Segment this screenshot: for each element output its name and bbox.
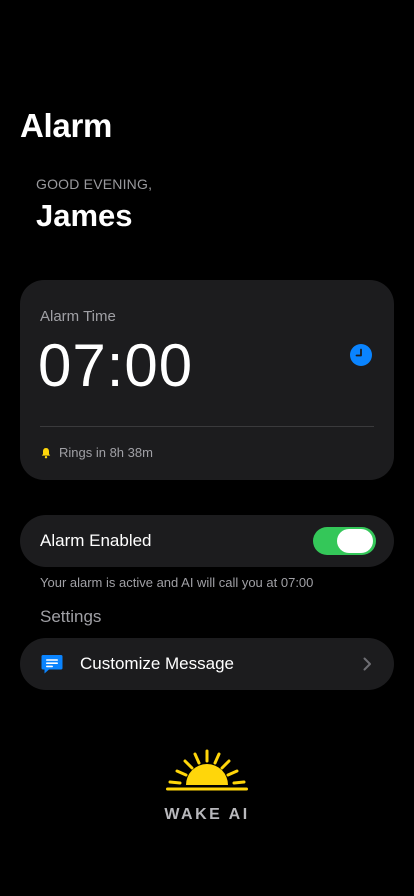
alarm-time-value[interactable]: 07:00 [38, 330, 193, 402]
clock-icon[interactable] [349, 343, 373, 367]
card-divider [40, 426, 374, 427]
page-title: Alarm [20, 107, 113, 144]
alarm-enabled-label: Alarm Enabled [40, 531, 152, 550]
rings-in-text: Rings in 8h 38m [59, 445, 153, 460]
customize-message-label: Customize Message [80, 654, 235, 673]
sun-icon [166, 749, 248, 791]
brand-name: WAKE AI [164, 806, 250, 823]
alarm-time-label: Alarm Time [40, 308, 116, 325]
alarm-status-text: Your alarm is active and AI will call yo… [40, 575, 314, 590]
alarm-enabled-toggle[interactable] [313, 527, 376, 555]
rings-in-row: Rings in 8h 38m [40, 445, 153, 460]
toggle-knob [337, 529, 373, 553]
settings-section-title: Settings [40, 607, 102, 626]
alarm-time-card[interactable]: Alarm Time 07:00 Rings in 8h 38m [20, 280, 394, 480]
chevron-right-icon [363, 657, 371, 671]
customize-message-row[interactable]: Customize Message [20, 638, 394, 690]
greeting-text: GOOD EVENING, [36, 176, 153, 192]
message-icon [41, 655, 63, 674]
user-name: James [36, 198, 133, 233]
bell-icon [41, 447, 51, 458]
alarm-enabled-row: Alarm Enabled [20, 515, 394, 567]
